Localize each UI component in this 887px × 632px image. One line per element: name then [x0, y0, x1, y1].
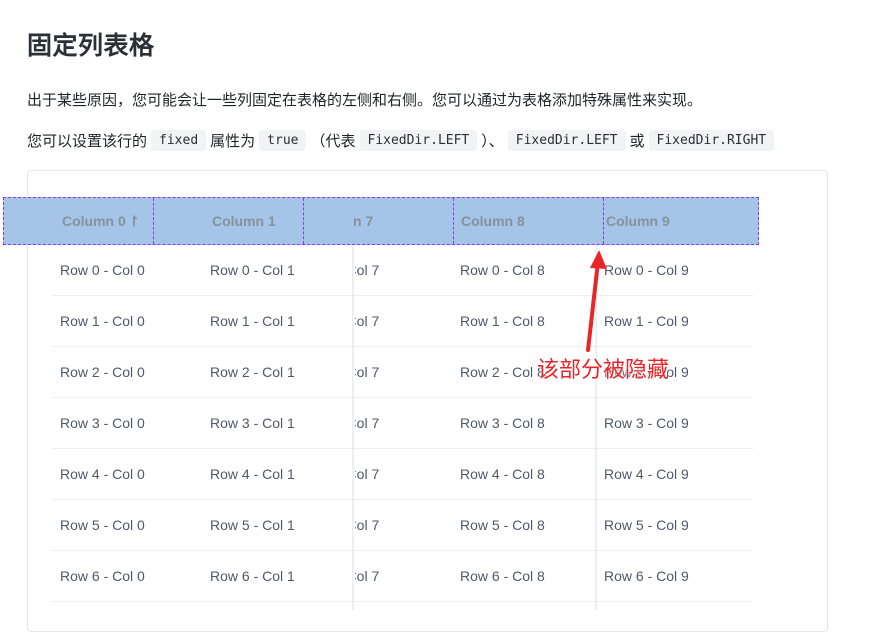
table-cell: Row 1 - Col 1	[210, 313, 295, 329]
table-cell-text: - Col 7	[355, 568, 380, 584]
header-column-8[interactable]: Column 8	[454, 198, 604, 244]
table-cell: Row 6 - Col 8	[460, 568, 545, 584]
code-fixeddir-right: FixedDir.RIGHT	[648, 130, 775, 151]
para-text-4: ）、	[481, 132, 504, 150]
para-text-2: 属性为	[210, 132, 256, 150]
table-cell-text: - Col 7	[355, 262, 380, 278]
header-column-8-label: Column 8	[461, 213, 525, 229]
table-cell: Row 5 - Col 9	[604, 517, 689, 533]
hidden-part-annotation: 该部分被隐藏	[537, 358, 670, 383]
header-column-7[interactable]: n 7	[304, 198, 454, 244]
code-fixeddir-left-1: FixedDir.LEFT	[359, 130, 478, 151]
table-cell: Row 6 - Col 9	[604, 568, 689, 584]
code-fixed: fixed	[151, 130, 207, 151]
table-cell: Row 1 - Col 0	[60, 313, 145, 329]
table-cell: Row 5 - Col 8	[460, 517, 545, 533]
table-cell: Row 2 - Col 1	[210, 364, 295, 380]
table-header-highlighted: Column 0 ↾ Column 1 n 7 Column 8 Column …	[3, 197, 759, 245]
table-cell: Row 5 - Col 1	[210, 517, 295, 533]
table-cell: - Col 7	[355, 449, 455, 499]
resize-handle-icon[interactable]: ↾	[128, 198, 140, 244]
fixed-description-paragraph: 您可以设置该行的 fixed 属性为 true （代表 FixedDir.LEF…	[27, 130, 778, 151]
table-cell: - Col 7	[355, 500, 455, 550]
table-cell: Row 3 - Col 0	[60, 415, 145, 431]
header-column-7-label: n 7	[353, 213, 374, 229]
table-row[interactable]: Row 4 - Col 0 Row 4 - Col 1 - Col 7 Row …	[52, 449, 753, 500]
table-cell: Row 6 - Col 0	[60, 568, 145, 584]
table-row[interactable]: Row 3 - Col 0 Row 3 - Col 1 - Col 7 Row …	[52, 398, 753, 449]
table-cell: Row 1 - Col 8	[460, 313, 545, 329]
table-cell: - Col 7	[355, 347, 455, 397]
page-title: 固定列表格	[27, 31, 155, 60]
table-cell: Row 3 - Col 8	[460, 415, 545, 431]
table-cell-text: - Col 7	[355, 313, 380, 329]
table-cell: Row 2 - Col 0	[60, 364, 145, 380]
fixed-left-shadow	[352, 245, 355, 610]
para-text-1: 您可以设置该行的	[27, 132, 148, 150]
table-cell: Row 3 - Col 9	[604, 415, 689, 431]
table-cell: Row 4 - Col 8	[460, 466, 545, 482]
table-cell: - Col 7	[355, 296, 455, 346]
header-column-0[interactable]: Column 0 ↾	[4, 198, 154, 244]
para-text-3: （代表	[310, 132, 356, 150]
header-column-9[interactable]: Column 9	[604, 198, 758, 244]
table-cell: Row 0 - Col 0	[60, 262, 145, 278]
code-true: true	[259, 130, 307, 151]
table-cell: Row 5 - Col 0	[60, 517, 145, 533]
table-cell: Row 4 - Col 0	[60, 466, 145, 482]
header-column-9-label: Column 9	[606, 213, 670, 229]
code-fixeddir-left-2: FixedDir.LEFT	[507, 130, 626, 151]
table-body: Row 0 - Col 0 Row 0 - Col 1 - Col 7 Row …	[52, 245, 753, 602]
table-cell-text: - Col 7	[355, 466, 380, 482]
table-cell: Row 0 - Col 8	[460, 262, 545, 278]
table-cell: - Col 7	[355, 398, 455, 448]
table-cell: Row 4 - Col 1	[210, 466, 295, 482]
table-cell: Row 2 - Col 8	[460, 364, 545, 380]
para-text-5: 或	[629, 132, 645, 150]
table-cell: Row 4 - Col 9	[604, 466, 689, 482]
table-row[interactable]: Row 1 - Col 0 Row 1 - Col 1 - Col 7 Row …	[52, 296, 753, 347]
table-row[interactable]: Row 5 - Col 0 Row 5 - Col 1 - Col 7 Row …	[52, 500, 753, 551]
header-column-1[interactable]: Column 1	[154, 198, 304, 244]
table-cell-text: - Col 7	[355, 415, 380, 431]
table-cell-text: - Col 7	[355, 517, 380, 533]
table-cell: Row 3 - Col 1	[210, 415, 295, 431]
table-row[interactable]: Row 0 - Col 0 Row 0 - Col 1 - Col 7 Row …	[52, 245, 753, 296]
table-cell: Row 6 - Col 1	[210, 568, 295, 584]
header-column-0-label: Column 0	[62, 213, 126, 229]
table-cell: - Col 7	[355, 245, 455, 295]
header-column-1-label: Column 1	[212, 213, 276, 229]
table-cell-text: - Col 7	[355, 364, 380, 380]
table-cell: - Col 7	[355, 551, 455, 601]
annotation-arrow-icon	[586, 250, 607, 352]
table-cell: Row 0 - Col 1	[210, 262, 295, 278]
intro-paragraph: 出于某些原因，您可能会让一些列固定在表格的左侧和右侧。您可以通过为表格添加特殊属…	[27, 91, 703, 109]
table-row[interactable]: Row 6 - Col 0 Row 6 - Col 1 - Col 7 Row …	[52, 551, 753, 602]
